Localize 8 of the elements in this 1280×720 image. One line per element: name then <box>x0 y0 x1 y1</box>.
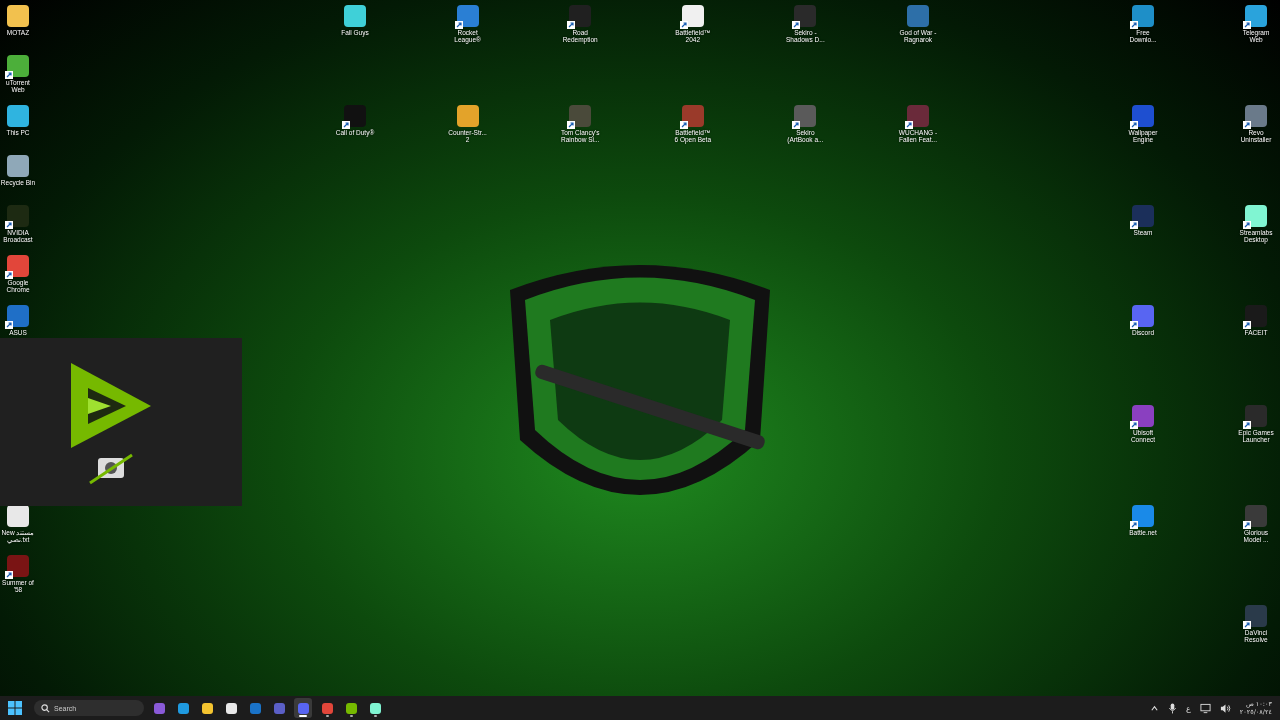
taskbar-app-button[interactable] <box>294 698 312 718</box>
microphone-icon[interactable] <box>1167 702 1177 714</box>
monitor-icon[interactable] <box>1199 702 1211 714</box>
search-icon <box>41 703 50 713</box>
keyboard-language[interactable]: ع <box>1185 703 1191 713</box>
chevron-up-icon[interactable] <box>1149 703 1159 713</box>
windows-start-icon[interactable] <box>8 701 22 715</box>
volume-icon[interactable] <box>1219 702 1231 714</box>
